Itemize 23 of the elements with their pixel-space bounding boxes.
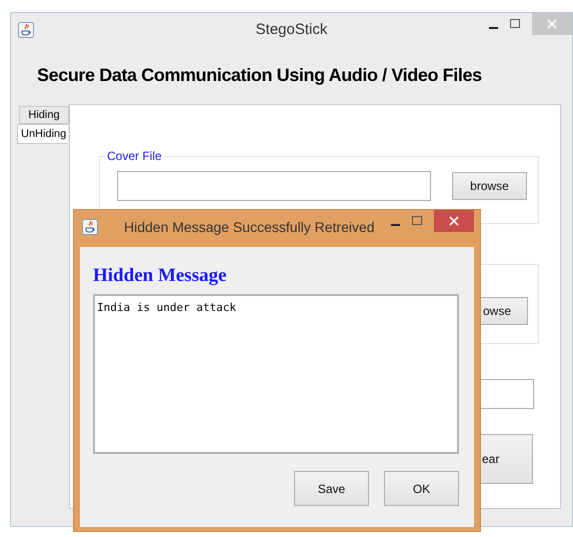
close-button[interactable]	[434, 210, 474, 232]
window-title: StegoStick	[256, 21, 328, 38]
text-field[interactable]	[479, 379, 534, 409]
browse-button[interactable]: owse	[480, 297, 528, 325]
app-icon	[18, 22, 34, 38]
message-area[interactable]: India is under attack	[93, 294, 459, 454]
app-heading: Secure Data Communication Using Audio / Video Files	[37, 65, 482, 86]
browse-button[interactable]: browse	[452, 172, 527, 200]
dialog-heading: Hidden Message	[93, 265, 227, 287]
dialog-button[interactable]: Save	[294, 471, 369, 506]
dialog-button[interactable]: OK	[384, 471, 459, 506]
tab[interactable]: UnHiding	[17, 124, 68, 144]
clear-button[interactable]: ear	[479, 434, 533, 484]
app-icon	[82, 219, 98, 235]
close-icon	[449, 216, 459, 226]
message-text: India is under attack	[97, 301, 236, 314]
maximize-icon[interactable]	[510, 19, 520, 28]
cover-file-field[interactable]	[117, 171, 431, 201]
group-legend: Cover File	[105, 149, 164, 163]
maximize-icon[interactable]	[412, 216, 422, 225]
dialog-title: Hidden Message Successfully Retreived	[124, 219, 375, 235]
tab[interactable]: Hiding	[19, 106, 69, 124]
close-icon	[547, 19, 557, 29]
